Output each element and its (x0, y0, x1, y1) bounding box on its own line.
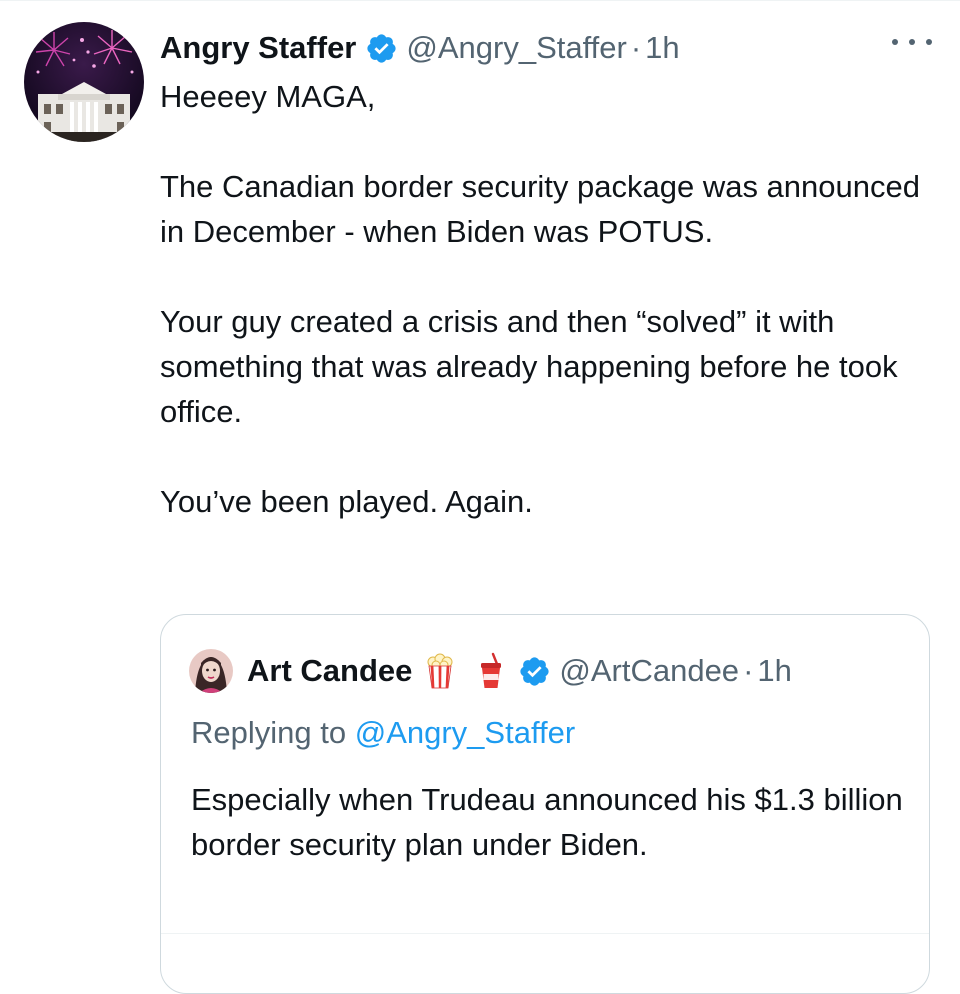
ellipsis-icon[interactable] (892, 30, 932, 54)
quoted-author-name[interactable]: Art Candee (247, 653, 412, 689)
popcorn-icon (424, 653, 456, 689)
quoted-separator-dot: · (743, 653, 754, 688)
art-candee-avatar-icon (189, 649, 233, 693)
quoted-verified-badge-icon[interactable] (518, 655, 551, 688)
timestamp[interactable]: 1h (645, 30, 679, 66)
replying-to-mention-link[interactable]: @Angry_Staffer (355, 715, 575, 750)
tweet-paragraph: You’ve been played. Again. (160, 484, 533, 519)
quoted-tweet[interactable]: Art Candee @ArtCandee · 1h Replying to @… (160, 614, 930, 994)
quoted-tweet-divider (161, 933, 929, 934)
quoted-tweet-header: Art Candee @ArtCandee · 1h (189, 649, 792, 693)
author-avatar[interactable] (24, 22, 144, 142)
replying-to-line: Replying to @Angry_Staffer (191, 711, 575, 755)
tweet-header: Angry Staffer @Angry_Staffer · 1h (160, 26, 680, 70)
tweet-paragraph: Your guy created a crisis and then “solv… (160, 304, 898, 429)
quoted-author-avatar[interactable] (189, 649, 233, 693)
verified-badge-icon[interactable] (365, 32, 398, 65)
soda-cup-icon (478, 652, 504, 690)
quoted-tweet-text: Especially when Trudeau announced his $1… (191, 782, 903, 862)
quoted-timestamp[interactable]: 1h (757, 653, 791, 689)
quoted-author-handle[interactable]: @ArtCandee (559, 653, 739, 689)
tweet[interactable]: Angry Staffer @Angry_Staffer · 1h Heeeey… (0, 0, 960, 994)
author-name[interactable]: Angry Staffer (160, 30, 356, 66)
replying-to-label: Replying to (191, 715, 347, 750)
tweet-text: Heeeey MAGA, The Canadian border securit… (160, 74, 930, 524)
white-house-fireworks-icon (24, 22, 144, 142)
tweet-paragraph: Heeeey MAGA, (160, 79, 376, 114)
separator-dot: · (630, 30, 642, 65)
author-handle[interactable]: @Angry_Staffer (406, 30, 626, 66)
tweet-paragraph: The Canadian border security package was… (160, 169, 920, 249)
